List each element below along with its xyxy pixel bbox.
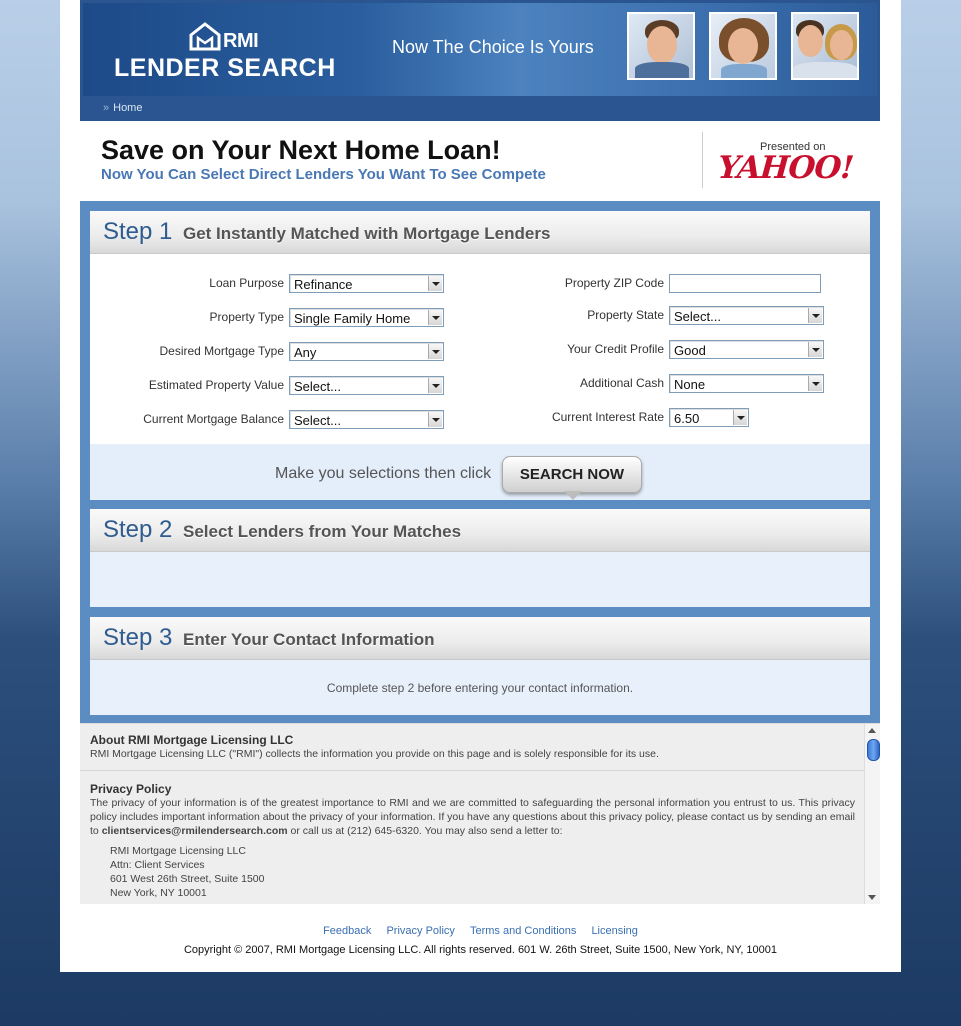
mortgage-type-value: Any bbox=[294, 345, 317, 360]
info-content: About RMI Mortgage Licensing LLC RMI Mor… bbox=[80, 733, 865, 900]
breadcrumb-home-link[interactable]: Home bbox=[113, 102, 142, 114]
yahoo-logo[interactable]: YAHOO! bbox=[717, 150, 855, 186]
privacy-text: The privacy of your information is of th… bbox=[90, 796, 855, 838]
property-state-value: Select... bbox=[674, 309, 721, 324]
footer-link-licensing[interactable]: Licensing bbox=[591, 925, 637, 937]
step-3-panel: Step 3 Enter Your Contact Information Co… bbox=[90, 617, 870, 715]
footer-links: Feedback Privacy Policy Terms and Condit… bbox=[0, 925, 961, 937]
privacy-email: clientservices@rmilendersearch.com bbox=[101, 825, 288, 837]
about-text: RMI Mortgage Licensing LLC ("RMI") colle… bbox=[90, 748, 659, 760]
property-type-value: Single Family Home bbox=[294, 311, 411, 326]
zip-code-label: Property ZIP Code bbox=[564, 276, 664, 290]
mortgage-type-label: Desired Mortgage Type bbox=[159, 344, 284, 358]
site-header: RMI LENDER SEARCH Now The Choice Is Your… bbox=[80, 0, 880, 121]
step-1-form: Loan Purpose Refinance Property Type Sin… bbox=[90, 254, 870, 444]
mortgage-type-select[interactable]: Any bbox=[289, 342, 444, 361]
credit-profile-value: Good bbox=[674, 343, 706, 358]
interest-rate-value: 6.50 bbox=[674, 411, 700, 426]
interest-rate-label: Current Interest Rate bbox=[551, 410, 664, 424]
page-subtitle: Now You Can Select Direct Lenders You Wa… bbox=[101, 166, 546, 183]
chevron-down-icon bbox=[733, 410, 747, 425]
breadcrumb: » Home bbox=[103, 102, 142, 114]
info-scrollbar[interactable] bbox=[864, 724, 880, 904]
step-2-panel: Step 2 Select Lenders from Your Matches bbox=[90, 509, 870, 607]
step-3-title: Enter Your Contact Information bbox=[183, 630, 435, 649]
step-3-header: Step 3 Enter Your Contact Information bbox=[90, 617, 870, 660]
step-2-header: Step 2 Select Lenders from Your Matches bbox=[90, 509, 870, 552]
additional-cash-value: None bbox=[674, 377, 706, 392]
loan-purpose-select[interactable]: Refinance bbox=[289, 274, 444, 293]
property-state-select[interactable]: Select... bbox=[669, 306, 824, 325]
about-heading: About RMI Mortgage Licensing LLC bbox=[90, 733, 294, 747]
additional-cash-select[interactable]: None bbox=[669, 374, 824, 393]
info-panel[interactable]: About RMI Mortgage Licensing LLC RMI Mor… bbox=[80, 723, 880, 904]
chevron-down-icon bbox=[428, 276, 442, 291]
step-2-title: Select Lenders from Your Matches bbox=[183, 522, 462, 541]
step-3-number: Step 3 bbox=[103, 624, 173, 651]
mortgage-balance-value: Select... bbox=[294, 413, 341, 428]
footer-link-privacy-policy[interactable]: Privacy Policy bbox=[386, 925, 454, 937]
logo-lender-search-text: LENDER SEARCH bbox=[114, 54, 336, 82]
mortgage-balance-select[interactable]: Select... bbox=[289, 410, 444, 429]
header-tagline: Now The Choice Is Yours bbox=[392, 37, 594, 57]
search-now-button[interactable]: SEARCH NOW bbox=[502, 456, 642, 493]
search-pointer-icon bbox=[564, 491, 582, 500]
address-line: RMI Mortgage Licensing LLC bbox=[110, 845, 246, 857]
address-line: New York, NY 10001 bbox=[110, 887, 207, 899]
search-hint: Make you selections then click bbox=[275, 465, 492, 482]
step-1-title: Get Instantly Matched with Mortgage Lend… bbox=[183, 224, 551, 243]
additional-cash-label: Additional Cash bbox=[579, 376, 664, 390]
chevron-down-icon bbox=[428, 412, 442, 427]
chevron-down-icon bbox=[428, 378, 442, 393]
property-type-select[interactable]: Single Family Home bbox=[289, 308, 444, 327]
loan-purpose-value: Refinance bbox=[294, 277, 353, 292]
chevron-down-icon bbox=[428, 344, 442, 359]
hero-divider bbox=[702, 132, 703, 188]
search-bar: Make you selections then click SEARCH NO… bbox=[90, 445, 870, 500]
steps-frame: Step 1 Get Instantly Matched with Mortga… bbox=[80, 201, 880, 723]
header-banner: RMI LENDER SEARCH Now The Choice Is Your… bbox=[83, 3, 877, 96]
chevron-down-icon bbox=[808, 342, 822, 357]
step-3-message: Complete step 2 before entering your con… bbox=[326, 681, 634, 695]
step-1-header: Step 1 Get Instantly Matched with Mortga… bbox=[90, 211, 870, 254]
credit-profile-label: Your Credit Profile bbox=[567, 342, 664, 356]
header-photo-man bbox=[627, 12, 695, 80]
mortgage-balance-label: Current Mortgage Balance bbox=[143, 412, 284, 426]
logo-rmi-text: RMI bbox=[223, 30, 259, 52]
chevron-down-icon bbox=[428, 310, 442, 325]
property-value-label: Estimated Property Value bbox=[148, 378, 284, 392]
step-1-number: Step 1 bbox=[103, 218, 173, 245]
privacy-text-part-2: or call us at (212) 645-6320. You may al… bbox=[287, 825, 563, 837]
page-title: Save on Your Next Home Loan! bbox=[101, 135, 501, 165]
scroll-up-icon[interactable] bbox=[868, 728, 876, 733]
privacy-heading: Privacy Policy bbox=[90, 782, 172, 796]
chevron-down-icon bbox=[808, 308, 822, 323]
property-type-label: Property Type bbox=[209, 310, 284, 324]
property-value-value: Select... bbox=[294, 379, 341, 394]
property-state-label: Property State bbox=[587, 308, 664, 322]
house-logo-icon bbox=[189, 22, 221, 51]
mailing-address: RMI Mortgage Licensing LLC Attn: Client … bbox=[110, 844, 855, 900]
interest-rate-select[interactable]: 6.50 bbox=[669, 408, 749, 427]
copyright-text: Copyright © 2007, RMI Mortgage Licensing… bbox=[183, 944, 778, 956]
footer-link-terms[interactable]: Terms and Conditions bbox=[470, 925, 576, 937]
chevron-down-icon bbox=[808, 376, 822, 391]
address-line: Attn: Client Services bbox=[110, 859, 205, 871]
step-1-panel: Step 1 Get Instantly Matched with Mortga… bbox=[90, 211, 870, 500]
info-divider bbox=[80, 770, 865, 771]
credit-profile-select[interactable]: Good bbox=[669, 340, 824, 359]
zip-code-input[interactable] bbox=[669, 274, 821, 293]
header-photo-woman bbox=[709, 12, 777, 80]
loan-purpose-label: Loan Purpose bbox=[209, 276, 284, 290]
step-2-number: Step 2 bbox=[103, 516, 173, 543]
footer-link-feedback[interactable]: Feedback bbox=[323, 925, 371, 937]
address-line: 601 West 26th Street, Suite 1500 bbox=[110, 873, 265, 885]
property-value-select[interactable]: Select... bbox=[289, 376, 444, 395]
header-photo-couple bbox=[791, 12, 859, 80]
scroll-down-icon[interactable] bbox=[868, 895, 876, 900]
breadcrumb-separator-icon: » bbox=[103, 102, 110, 114]
scroll-thumb[interactable] bbox=[867, 739, 880, 761]
